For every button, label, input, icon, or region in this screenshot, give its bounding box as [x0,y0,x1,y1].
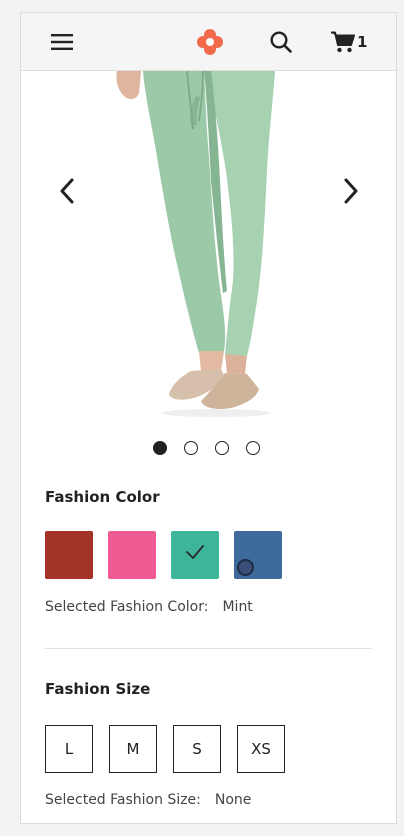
size-options: L M S XS [45,725,285,773]
color-section-title: Fashion Color [45,488,160,506]
color-swatch-pink[interactable] [108,531,156,579]
selected-color-value: Mint [222,599,253,615]
carousel-dot-1[interactable] [153,441,167,455]
color-swatches [45,531,282,579]
size-option-l[interactable]: L [45,725,93,773]
cart-count-badge: 1 [357,33,368,51]
carousel-dot-2[interactable] [184,441,198,455]
section-divider [45,648,372,649]
selected-color-label: Selected Fashion Color: [45,599,209,615]
size-option-m[interactable]: M [109,725,157,773]
color-swatch-blue[interactable] [234,531,282,579]
carousel-dot-3[interactable] [215,441,229,455]
menu-button[interactable] [41,13,83,71]
touch-cursor-icon [237,559,254,576]
selected-size-label: Selected Fashion Size: [45,792,201,808]
chevron-left-icon [60,178,74,204]
carousel-dots [153,441,260,457]
product-image-gallery[interactable] [21,71,396,431]
color-swatch-red[interactable] [45,531,93,579]
selected-size-line: Selected Fashion Size: None [45,792,251,808]
color-swatch-mint[interactable] [171,531,219,579]
cart-button[interactable]: 1 [331,13,387,71]
product-page: 1 Fashion Color Selected Fashion Color: … [20,12,397,824]
brand-logo[interactable] [189,13,231,71]
cart-icon [331,31,355,53]
selected-color-line: Selected Fashion Color: Mint [45,599,253,615]
size-option-xs[interactable]: XS [237,725,285,773]
previous-image-button[interactable] [47,171,87,211]
selected-size-value: None [214,792,252,808]
chevron-right-icon [344,178,358,204]
search-button[interactable] [260,13,302,71]
checkmark-icon [186,545,204,559]
size-option-s[interactable]: S [173,725,221,773]
product-image [116,71,275,417]
logo-icon [197,29,223,55]
menu-icon [51,34,73,50]
next-image-button[interactable] [331,171,371,211]
search-icon [270,31,292,53]
top-nav: 1 [21,13,396,71]
carousel-dot-4[interactable] [246,441,260,455]
size-section-title: Fashion Size [45,680,151,698]
